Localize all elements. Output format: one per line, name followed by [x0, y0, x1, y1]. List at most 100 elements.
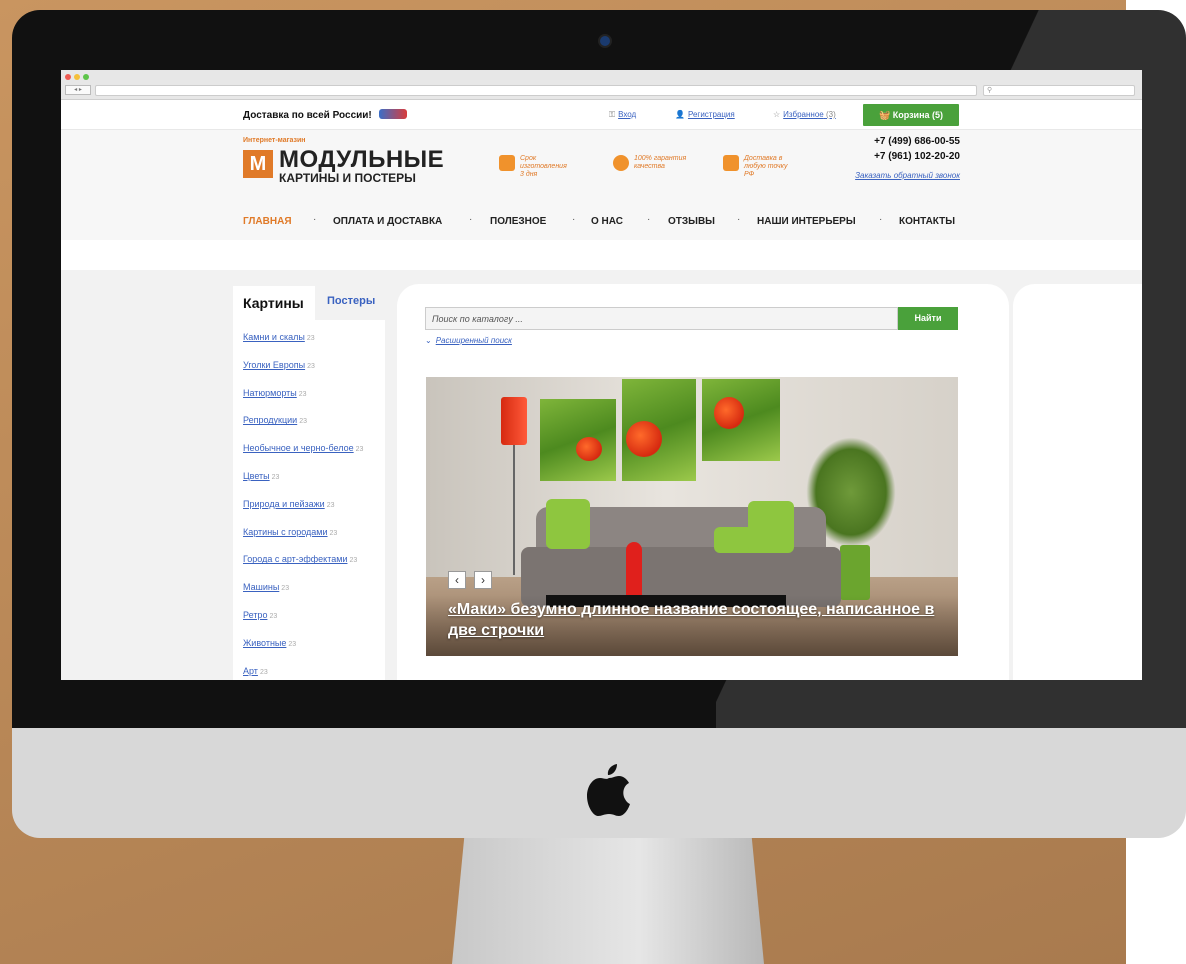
login-link[interactable]: ⚿ Вход: [609, 110, 636, 120]
menu-item-interiors[interactable]: НАШИ ИНТЕРЬЕРЫ: [757, 216, 856, 227]
category-link[interactable]: Арт: [243, 666, 258, 676]
catalog-search-input[interactable]: Поиск по каталогу ...: [425, 307, 898, 330]
pillow: [748, 501, 794, 553]
apple-logo-icon: [587, 764, 630, 816]
slider-next-button[interactable]: ›: [474, 571, 492, 589]
menu-separator: ·: [647, 214, 651, 225]
menu-separator: ·: [572, 214, 576, 225]
advanced-search-link[interactable]: ⌄ Расширенный поиск: [425, 336, 512, 345]
feature-1-text: Срок изготовления 3 дня: [520, 155, 567, 178]
slider-prev-button[interactable]: ‹: [448, 571, 466, 589]
category-item[interactable]: Ретро 23: [243, 610, 385, 622]
truck-icon: [723, 155, 739, 171]
phone-1[interactable]: +7 (499) 686-00-55: [874, 136, 960, 147]
tab-paintings[interactable]: Картины: [233, 286, 315, 320]
favorites-label: Избранное: [783, 110, 824, 119]
logo-tagline: Интернет-магазин: [243, 137, 306, 144]
category-item[interactable]: Репродукции 23: [243, 415, 385, 427]
phone-2[interactable]: +7 (961) 102-20-20: [874, 151, 960, 162]
category-item[interactable]: Камни и скалы 23: [243, 332, 385, 344]
menu-item-contacts[interactable]: КОНТАКТЫ: [899, 216, 955, 227]
register-label: Регистрация: [687, 110, 735, 119]
favorites-link[interactable]: ☆ Избранное (3): [773, 110, 836, 119]
category-item[interactable]: Необычное и черно-белое 23: [243, 443, 385, 455]
category-link[interactable]: Города с арт-эффектами: [243, 554, 347, 564]
category-link[interactable]: Природа и пейзажи: [243, 499, 325, 509]
category-link[interactable]: Натюрморты: [243, 388, 297, 398]
monitor-stand: [452, 835, 764, 964]
feature-2-text: 100% гарантия качества: [634, 155, 687, 170]
poppy-flower: [626, 421, 662, 457]
category-item[interactable]: Цветы 23: [243, 471, 385, 483]
menu-item-about[interactable]: О НАС: [591, 216, 623, 227]
register-link[interactable]: 👤 Регистрация: [675, 110, 735, 119]
cart-label: Корзина (5): [892, 110, 944, 120]
logo-title[interactable]: МОДУЛЬНЫЕ: [279, 146, 444, 174]
category-link[interactable]: Ретро: [243, 610, 267, 620]
feature-production-time: Срок изготовления 3 дня: [499, 155, 568, 179]
logo-mark[interactable]: M: [243, 150, 273, 178]
feature-quality: 100% гарантия качества: [613, 155, 700, 171]
search-button[interactable]: Найти: [898, 307, 958, 330]
category-link[interactable]: Репродукции: [243, 415, 297, 425]
callback-link[interactable]: Заказать обратный звонок: [855, 171, 960, 180]
category-count: 23: [355, 446, 364, 454]
poppy-flower: [576, 437, 602, 461]
category-item[interactable]: Арт 23: [243, 666, 385, 678]
minimize-window-icon[interactable]: [74, 74, 80, 80]
maximize-window-icon[interactable]: [83, 74, 89, 80]
menu-item-payment-delivery[interactable]: ОПЛАТА И ДОСТАВКА: [333, 216, 442, 227]
menu-separator: ·: [313, 214, 317, 225]
category-item[interactable]: Машины 23: [243, 582, 385, 594]
category-list: Камни и скалы 23 Уголки Европы 23 Натюрморты…: [233, 320, 385, 680]
category-link[interactable]: Уголки Европы: [243, 360, 305, 370]
menu-item-home[interactable]: ГЛАВНАЯ: [243, 216, 292, 227]
top-strip: Доставка по всей России! ⚿ Вход 👤 Регистра…: [61, 100, 1142, 130]
site-header: Интернет-магазин M МОДУЛЬНЫЕ КАРТИНЫ И П…: [61, 130, 1142, 200]
category-item[interactable]: Города с арт-эффектами 23: [243, 554, 385, 566]
category-link[interactable]: Цветы: [243, 471, 270, 481]
category-item[interactable]: Животные 23: [243, 638, 385, 650]
tab-posters[interactable]: Постеры: [327, 295, 375, 307]
category-link[interactable]: Машины: [243, 582, 279, 592]
browser-search-field[interactable]: ⚲: [983, 85, 1135, 96]
delivery-text: Доставка по всей России!: [243, 110, 372, 121]
category-count: 23: [326, 501, 335, 509]
category-count: 23: [307, 362, 315, 370]
pillow: [546, 499, 590, 549]
menu-item-reviews[interactable]: ОТЗЫВЫ: [668, 216, 715, 227]
category-item[interactable]: Картины с городами 23: [243, 527, 385, 539]
back-forward-buttons[interactable]: ◂ ▸: [65, 85, 91, 95]
category-count: 23: [271, 473, 280, 481]
category-item[interactable]: Природа и пейзажи 23: [243, 499, 385, 511]
category-link[interactable]: Картины с городами: [243, 527, 328, 537]
menu-separator: ·: [469, 214, 473, 225]
category-item[interactable]: Натюрморты 23: [243, 388, 385, 400]
logo-subtitle[interactable]: КАРТИНЫ И ПОСТЕРЫ: [279, 171, 416, 185]
category-count: 23: [269, 612, 278, 620]
category-link[interactable]: Необычное и черно-белое: [243, 443, 354, 453]
menu-separator: ·: [737, 214, 741, 225]
poppy-flower: [714, 397, 744, 429]
chevron-down-icon: ⌄: [425, 336, 432, 345]
delivery-truck-icon: [378, 109, 407, 119]
cart-button[interactable]: 🧺 Корзина (5): [863, 104, 959, 126]
category-link[interactable]: Животные: [243, 638, 286, 648]
category-count: 23: [329, 529, 338, 537]
category-count: 23: [306, 335, 315, 342]
floor-lamp-shade: [501, 397, 527, 445]
close-window-icon[interactable]: [65, 74, 71, 80]
category-link[interactable]: Камни и скалы: [243, 332, 305, 342]
slide-caption[interactable]: «Маки» безумно длинное название состояще…: [448, 599, 953, 641]
address-bar[interactable]: [95, 85, 977, 96]
screen: ◂ ▸ ⚲ Доставка по всей России! ⚿ Вход 👤 Ре…: [61, 70, 1142, 680]
menu-separator: ·: [879, 214, 883, 225]
main-menu: ГЛАВНАЯ · ОПЛАТА И ДОСТАВКА · ПОЛЕЗНОЕ ·…: [61, 200, 1142, 240]
category-item[interactable]: Уголки Европы 23: [243, 360, 385, 372]
menu-item-useful[interactable]: ПОЛЕЗНОЕ: [490, 216, 546, 227]
lock-icon: ⚿: [609, 110, 616, 119]
hero-slider[interactable]: ‹ › «Маки» безумно длинное название сост…: [426, 377, 958, 656]
red-vase: [626, 542, 642, 600]
camera-icon: [600, 36, 610, 46]
feature-3-text: Доставка в любую точку РФ: [744, 155, 788, 178]
